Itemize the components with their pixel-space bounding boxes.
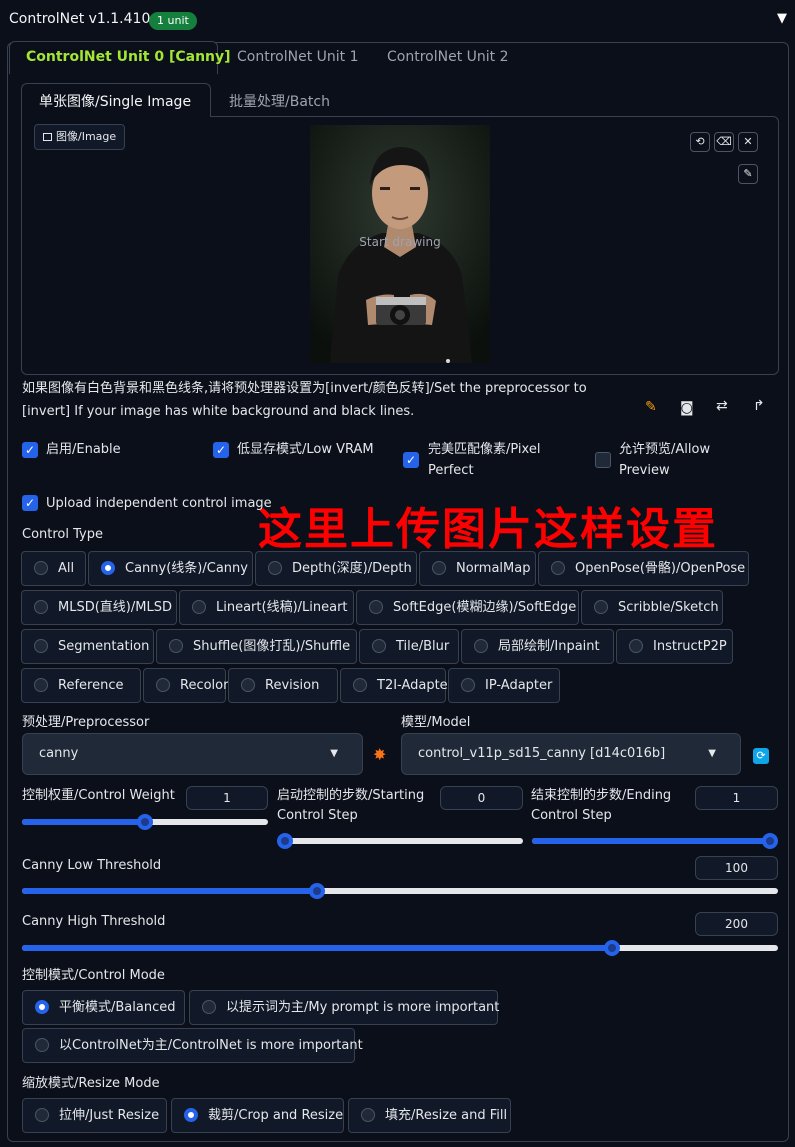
tab-unit-1[interactable]: ControlNet Unit 1 <box>237 49 359 65</box>
canny-low-input[interactable]: 100 <box>695 856 778 880</box>
allow-preview-label: 允许预览/Allow Preview <box>619 442 711 478</box>
control-type-group: All Canny(线条)/Canny Depth(深度)/Depth Norm… <box>21 551 751 711</box>
resize-mode-just-resize[interactable]: 拉伸/Just Resize <box>22 1098 167 1133</box>
model-dropdown[interactable]: control_v11p_sd15_canny [d14c016b] ▼ <box>401 733 741 775</box>
control-weight-input[interactable]: 1 <box>186 786 268 810</box>
canny-low-label: Canny Low Threshold <box>22 858 162 873</box>
canny-high-slider[interactable] <box>22 940 778 956</box>
tab-unit-0[interactable]: ControlNet Unit 0 [Canny] <box>26 49 231 65</box>
resize-mode-fill[interactable]: 填充/Resize and Fill <box>348 1098 511 1133</box>
image-icon <box>43 133 52 141</box>
extension-title: ControlNet v1.1.410 <box>9 11 151 27</box>
red-annotation-text: 这里上传图片这样设置 <box>258 504 718 555</box>
brush-icon[interactable]: ✎ <box>738 164 758 184</box>
control-type-shuffle[interactable]: Shuffle(图像打乱)/Shuffle <box>156 629 357 664</box>
control-type-title: Control Type <box>22 527 103 542</box>
control-mode-controlnet[interactable]: 以ControlNet为主/ControlNet is more importa… <box>22 1028 363 1063</box>
upload-independent-checkbox[interactable]: ✓ <box>22 495 38 511</box>
allow-preview-checkbox[interactable] <box>595 452 611 468</box>
enable-label: 启用/Enable <box>46 442 121 457</box>
canny-low-slider[interactable] <box>22 883 778 899</box>
image-label: 图像/Image <box>34 124 126 150</box>
resize-mode-crop[interactable]: 裁剪/Crop and Resize <box>171 1098 344 1133</box>
control-type-inpaint[interactable]: 局部绘制/Inpaint <box>461 629 614 664</box>
unit-count-badge: 1 unit <box>149 12 197 30</box>
control-mode-title: 控制模式/Control Mode <box>22 968 165 983</box>
chevron-down-icon: ▼ <box>330 748 338 759</box>
low-vram-label: 低显存模式/Low VRAM <box>237 442 374 457</box>
invert-notice: 如果图像有白色背景和黑色线条,请将预处理器设置为[invert/颜色反转]/Se… <box>22 381 587 419</box>
ending-step-label: 结束控制的步数/Ending Control Step <box>531 788 672 823</box>
control-type-instructp2p[interactable]: InstructP2P <box>616 629 733 664</box>
model-label: 模型/Model <box>401 715 471 730</box>
control-type-recolor[interactable]: Recolor <box>143 668 228 703</box>
resize-mode-title: 缩放模式/Resize Mode <box>22 1076 160 1091</box>
control-type-revision[interactable]: Revision <box>228 668 338 703</box>
control-weight-slider[interactable] <box>22 814 268 830</box>
model-value: control_v11p_sd15_canny [d14c016b] <box>418 746 666 761</box>
control-mode-prompt[interactable]: 以提示词为主/My prompt is more important <box>189 990 499 1025</box>
control-type-scribble[interactable]: Scribble/Sketch <box>581 590 723 625</box>
control-type-lineart[interactable]: Lineart(线稿)/Lineart <box>179 590 354 625</box>
control-type-ip-adapter[interactable]: IP-Adapter <box>448 668 560 703</box>
undo-icon[interactable]: ⟲ <box>690 132 710 152</box>
starting-step-label: 启动控制的步数/Starting Control Step <box>277 788 425 823</box>
uploaded-photo[interactable]: Start drawing <box>310 125 490 363</box>
starting-step-input[interactable]: 0 <box>440 786 523 810</box>
upload-independent-label: Upload independent control image <box>46 496 272 511</box>
start-drawing-hint: Start drawing <box>359 235 441 249</box>
enable-checkbox[interactable]: ✓ <box>22 442 38 458</box>
tab-unit-2[interactable]: ControlNet Unit 2 <box>387 49 509 65</box>
control-type-reference[interactable]: Reference <box>21 668 141 703</box>
slider-thumb[interactable] <box>308 883 325 899</box>
control-type-mlsd[interactable]: MLSD(直线)/MLSD <box>21 590 177 625</box>
control-type-tile[interactable]: Tile/Blur <box>359 629 459 664</box>
control-type-canny[interactable]: Canny(线条)/Canny <box>88 551 253 586</box>
control-type-depth[interactable]: Depth(深度)/Depth <box>255 551 417 586</box>
ending-step-input[interactable]: 1 <box>695 786 778 810</box>
control-type-normalmap[interactable]: NormalMap <box>419 551 536 586</box>
slider-thumb[interactable] <box>277 833 293 849</box>
pixel-perfect-checkbox[interactable]: ✓ <box>403 452 419 468</box>
starting-step-slider[interactable] <box>277 833 523 849</box>
eraser-icon[interactable]: ⌫ <box>714 132 734 152</box>
control-type-softedge[interactable]: SoftEdge(模糊边缘)/SoftEdge <box>356 590 579 625</box>
tab-single-image[interactable]: 单张图像/Single Image <box>39 91 191 111</box>
slider-thumb[interactable] <box>603 940 620 956</box>
control-type-t2i-adapter[interactable]: T2I-Adapter <box>340 668 453 703</box>
control-type-openpose[interactable]: OpenPose(骨骼)/OpenPose <box>538 551 749 586</box>
edit-icon[interactable]: ✎ <box>645 399 657 415</box>
preprocessor-label: 预处理/Preprocessor <box>22 715 150 730</box>
low-vram-checkbox[interactable]: ✓ <box>213 442 229 458</box>
canny-high-input[interactable]: 200 <box>695 912 778 936</box>
control-type-all[interactable]: All <box>21 551 86 586</box>
chevron-down-icon: ▼ <box>708 748 716 759</box>
run-preprocessor-icon[interactable]: ✸ <box>373 745 386 764</box>
control-weight-label: 控制权重/Control Weight <box>22 788 175 803</box>
canny-high-label: Canny High Threshold <box>22 914 166 929</box>
triangle-down-icon[interactable]: ▼ <box>777 11 787 26</box>
send-dimensions-icon[interactable]: ↱ <box>753 398 765 414</box>
close-icon[interactable]: ✕ <box>738 132 758 152</box>
control-mode-balanced[interactable]: 平衡模式/Balanced <box>22 990 185 1025</box>
refresh-models-icon[interactable]: ⟳ <box>753 748 769 764</box>
camera-icon[interactable]: ◙ <box>680 400 694 416</box>
pixel-perfect-label: 完美匹配像素/Pixel Perfect <box>428 442 541 478</box>
ending-step-slider[interactable] <box>532 833 778 849</box>
tab-batch[interactable]: 批量处理/Batch <box>229 91 330 111</box>
slider-thumb[interactable] <box>762 833 778 849</box>
control-type-segmentation[interactable]: Segmentation <box>21 629 154 664</box>
swap-icon[interactable]: ⇄ <box>716 398 728 414</box>
preprocessor-value: canny <box>39 746 79 761</box>
preprocessor-dropdown[interactable]: canny ▼ <box>22 733 363 775</box>
slider-thumb[interactable] <box>137 814 153 830</box>
